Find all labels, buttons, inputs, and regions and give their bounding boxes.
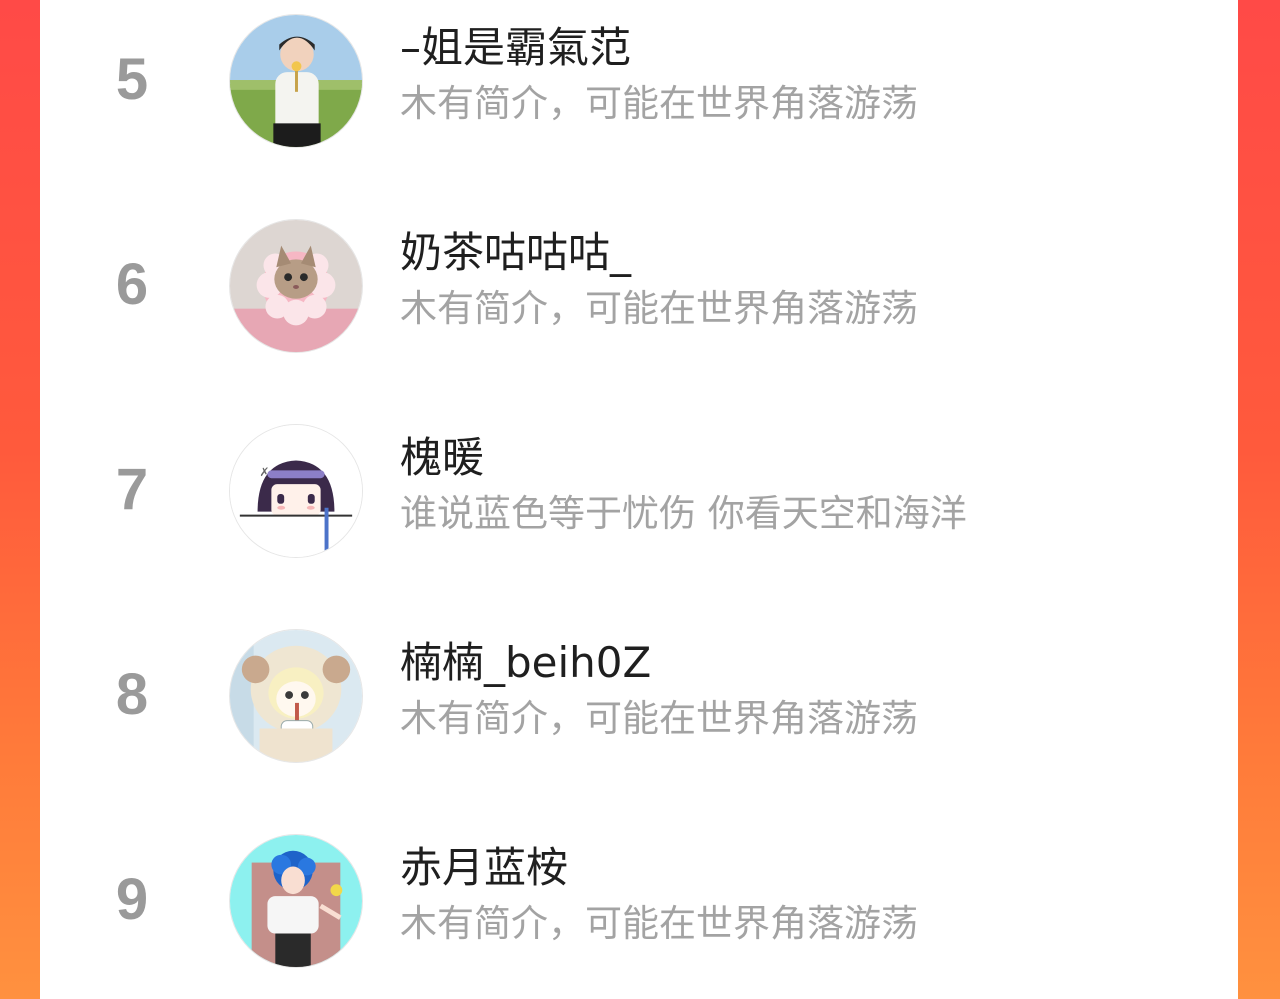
- user-name: –姐是霸氣范: [400, 23, 632, 72]
- svg-text:✗: ✗: [260, 465, 270, 479]
- rank-number: 9: [115, 867, 149, 932]
- user-name: 赤月蓝桉: [400, 843, 569, 892]
- list-item[interactable]: 6 奶茶咕咕咕_ 木有简介，可能在世界角落游荡: [40, 213, 1238, 373]
- rank-number: 5: [115, 47, 149, 112]
- ranking-list: 5 –姐是霸氣范 木有简介，可能在世界角落游荡 6 奶茶咕咕咕_ 木有简介，可能…: [40, 0, 1238, 999]
- user-name: 楠楠_beih0Z: [400, 638, 652, 687]
- blue-hair-girl-avatar-icon[interactable]: [229, 834, 363, 968]
- man-in-field-avatar-icon[interactable]: [229, 14, 363, 148]
- list-item[interactable]: 8 楠楠_beih0Z 木有简介，可能在世界角落游荡: [40, 623, 1238, 783]
- chibi-girl-avatar-icon[interactable]: ✗: [229, 424, 363, 558]
- list-item[interactable]: 5 –姐是霸氣范 木有简介，可能在世界角落游荡: [40, 8, 1238, 168]
- sheep-girl-avatar-icon[interactable]: [229, 629, 363, 763]
- rank-number: 8: [115, 662, 149, 727]
- user-name: 槐暖: [400, 433, 485, 482]
- user-bio: 木有简介，可能在世界角落游荡: [400, 902, 918, 945]
- user-bio: 木有简介，可能在世界角落游荡: [400, 287, 918, 330]
- user-bio: 谁说蓝色等于忧伤 你看天空和海洋: [400, 492, 967, 535]
- list-item[interactable]: 7 ✗ 槐暖 谁说蓝色等于忧伤 你看天空和海洋: [40, 418, 1238, 578]
- rank-number: 7: [115, 457, 149, 522]
- cat-flower-collar-avatar-icon[interactable]: [229, 219, 363, 353]
- user-name: 奶茶咕咕咕_: [400, 228, 632, 277]
- rank-number: 6: [115, 252, 149, 317]
- user-bio: 木有简介，可能在世界角落游荡: [400, 697, 918, 740]
- user-bio: 木有简介，可能在世界角落游荡: [400, 82, 918, 125]
- list-item[interactable]: 9 赤月蓝桉 木有简介，可能在世界角落游荡: [40, 828, 1238, 988]
